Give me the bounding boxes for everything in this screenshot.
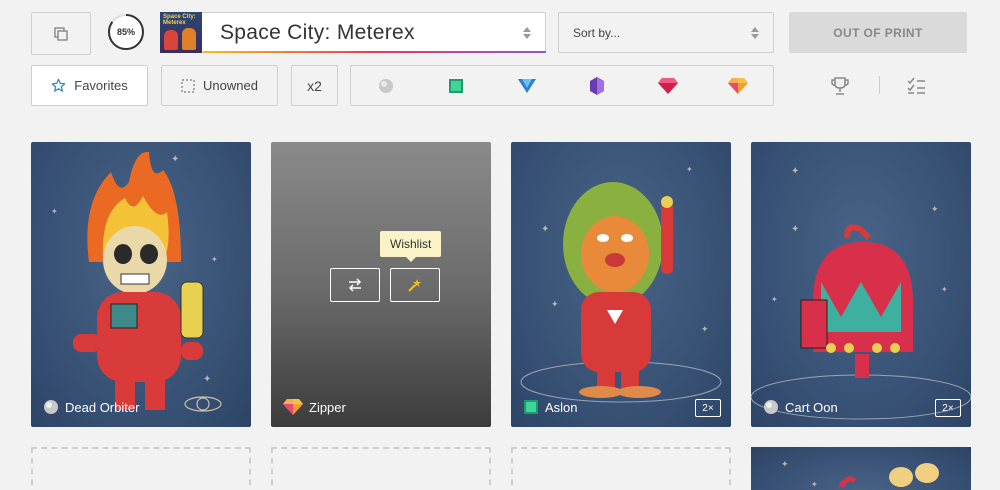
card-name: Cart Oon — [785, 399, 838, 415]
card-name: Dead Orbiter — [65, 399, 140, 415]
set-name: Space City: Meterex — [220, 20, 415, 44]
svg-text:✦: ✦ — [791, 224, 799, 235]
copy-icon — [54, 26, 68, 41]
duplicate-badge: 2× — [695, 399, 721, 417]
cart-oon-art: ✦ ✦ ✦ ✦ ✦ — [751, 166, 971, 420]
svg-text:✦: ✦ — [811, 480, 818, 489]
dashed-square-icon — [181, 78, 195, 93]
set-thumbnail: Space City: Meterex — [160, 11, 202, 53]
duplicate-badge: 2× — [935, 399, 961, 417]
empty-card-slot[interactable] — [271, 447, 491, 490]
rare-gem-icon — [518, 78, 536, 93]
special-gem-icon — [728, 77, 748, 94]
progress-label: 85% — [116, 27, 135, 37]
collection-progress: 85% — [107, 13, 145, 51]
common-gem-icon — [44, 400, 58, 414]
wishlist-button[interactable] — [390, 268, 440, 302]
uncommon-gem-icon — [524, 400, 538, 414]
card-dead-orbiter[interactable]: ✦ ✦ ✦ ✦ Dead Orbiter — [31, 142, 251, 427]
card-cart-oon[interactable]: ✦ ✦ ✦ ✦ ✦ Cart Oon 2× — [751, 142, 971, 427]
rarity-common-button[interactable] — [361, 66, 411, 105]
rarity-special-button[interactable] — [713, 66, 763, 105]
dead-orbiter-art: ✦ ✦ ✦ ✦ — [51, 151, 222, 412]
card-footer: Zipper — [283, 399, 346, 415]
svg-text:✦: ✦ — [771, 295, 778, 304]
card-aslon[interactable]: ✦ ✦ ✦ ✦ Aslon 2× — [511, 142, 731, 427]
sort-select[interactable]: Sort by... — [558, 12, 774, 53]
duplicates-button[interactable]: x2 — [291, 65, 338, 106]
common-gem-icon — [379, 78, 393, 93]
swap-icon — [348, 278, 362, 292]
divider — [879, 76, 880, 94]
svg-text:✦: ✦ — [51, 207, 58, 216]
svg-text:✦: ✦ — [791, 166, 799, 177]
svg-text:✦: ✦ — [941, 285, 948, 294]
rarity-filter — [350, 65, 774, 106]
trophy-button[interactable] — [826, 72, 854, 100]
uncommon-gem-icon — [449, 78, 463, 93]
trophy-icon — [831, 77, 849, 95]
checklist-button[interactable] — [902, 72, 930, 100]
svg-text:✦: ✦ — [203, 374, 211, 385]
updown-icon — [523, 26, 531, 39]
card-name: Aslon — [545, 399, 578, 415]
legendary-gem-icon — [658, 77, 678, 94]
epic-gem-icon — [590, 76, 604, 95]
sort-placeholder: Sort by... — [573, 25, 621, 40]
svg-text:✦: ✦ — [211, 255, 218, 264]
wand-star-icon — [408, 279, 421, 292]
set-select[interactable]: Space City: Meterex Space City: Meterex — [160, 11, 546, 53]
svg-text:✦: ✦ — [781, 459, 789, 469]
rarity-legendary-button[interactable] — [643, 66, 693, 105]
card-footer: Dead Orbiter — [43, 399, 139, 415]
svg-text:✦: ✦ — [701, 324, 709, 334]
card-footer: Cart Oon — [763, 399, 838, 415]
set-thumbnail-text: Space City: Meterex — [163, 13, 196, 26]
favorites-button[interactable]: Favorites — [31, 65, 148, 106]
wishlist-tooltip: Wishlist — [380, 231, 442, 262]
unowned-label: Unowned — [203, 78, 258, 93]
view-toggle-button[interactable] — [31, 12, 91, 55]
trade-button[interactable] — [330, 268, 380, 302]
unowned-button[interactable]: Unowned — [161, 65, 278, 106]
card-partial[interactable]: ✦ ✦ — [751, 447, 971, 490]
svg-text:✦: ✦ — [541, 224, 549, 235]
svg-text:✦: ✦ — [931, 204, 939, 214]
aslon-art: ✦ ✦ ✦ ✦ — [520, 165, 722, 403]
card-name: Zipper — [309, 399, 346, 415]
updown-icon — [751, 26, 759, 39]
svg-text:✦: ✦ — [551, 299, 559, 309]
star-icon — [51, 78, 66, 92]
svg-text:✦: ✦ — [171, 154, 179, 165]
special-gem-icon — [283, 399, 303, 415]
out-of-print-button[interactable]: OUT OF PRINT — [789, 12, 967, 53]
card-footer: Aslon — [523, 399, 578, 415]
checklist-icon — [907, 77, 925, 94]
favorites-label: Favorites — [74, 78, 128, 93]
rarity-uncommon-button[interactable] — [431, 66, 481, 105]
empty-card-slot[interactable] — [31, 447, 251, 490]
svg-text:✦: ✦ — [686, 165, 693, 174]
rarity-rare-button[interactable] — [502, 66, 552, 105]
card-zipper[interactable]: Wishlist Zipper — [271, 142, 491, 427]
rarity-epic-button[interactable] — [572, 66, 622, 105]
empty-card-slot[interactable] — [511, 447, 731, 490]
card-partial-art: ✦✦ — [781, 459, 939, 489]
common-gem-icon — [764, 400, 778, 414]
